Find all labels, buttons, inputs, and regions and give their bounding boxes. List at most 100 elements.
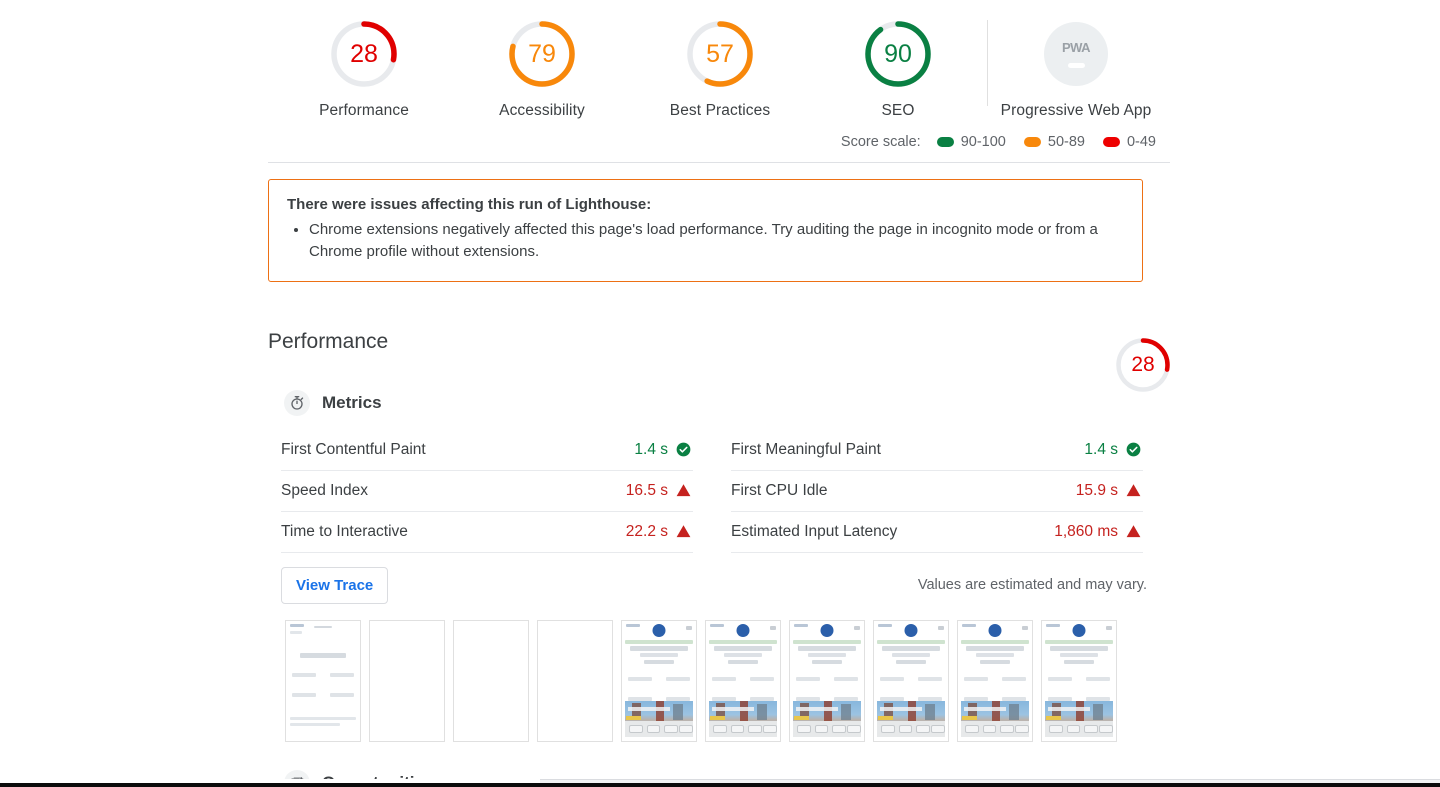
score-gauge-accessibility[interactable]: 79 Accessibility (453, 14, 631, 120)
metric-name: Speed Index (281, 481, 369, 499)
filmstrip-frame[interactable] (1041, 619, 1117, 742)
estimated-values-note: Values are estimated and may vary. (917, 577, 1147, 593)
metric-value-group: 22.2 s (626, 523, 691, 541)
metric-value: 22.2 s (625, 522, 668, 540)
metric-row[interactable]: Estimated Input Latency 1,860 ms (731, 512, 1143, 553)
pwa-badge-label: PWA (1061, 39, 1091, 55)
gauge-label-best-practices: Best Practices (669, 102, 771, 119)
horizontal-scrollbar[interactable] (0, 779, 1440, 787)
performance-section-header: Performance 28 (268, 329, 1170, 392)
metrics-section-title: Metrics (284, 389, 1170, 416)
filmstrip-frame[interactable] (537, 619, 613, 742)
metric-name: First CPU Idle (731, 481, 828, 499)
metric-value-group: 1,860 ms (1054, 523, 1141, 541)
metric-name: Estimated Input Latency (731, 522, 898, 540)
filmstrip-frame[interactable] (705, 619, 781, 742)
filmstrip-thumbnail (706, 621, 780, 741)
gauge-value-accessibility: 79 (528, 39, 556, 68)
metric-value: 1.4 s (1084, 440, 1118, 458)
gauge-ring-performance: 28 (324, 14, 404, 94)
score-gauge-best-practices[interactable]: 57 Best Practices (631, 14, 809, 120)
page-title: Performance (268, 329, 389, 353)
score-scale-range-pass: 90-100 (936, 134, 1006, 150)
filmstrip-frame[interactable] (285, 619, 361, 742)
gauge-label-seo: SEO (881, 102, 915, 119)
view-trace-button[interactable]: View Trace (281, 566, 389, 604)
metric-value-group: 15.9 s (1076, 482, 1141, 500)
green-pill-icon (936, 137, 954, 147)
metric-row[interactable]: First CPU Idle 15.9 s (731, 471, 1143, 512)
gauge-ring-best-practices: 57 (680, 14, 760, 94)
filmstrip-thumbnail (286, 621, 360, 741)
filmstrip-thumbnail (958, 621, 1032, 741)
score-scale-range-fail-text: 0-49 (1126, 134, 1156, 150)
score-gauge-performance[interactable]: 28 Performance (275, 14, 453, 120)
metric-name: First Contentful Paint (281, 440, 426, 458)
metric-row[interactable]: First Contentful Paint 1.4 s (281, 430, 693, 471)
filmstrip-frame[interactable] (621, 619, 697, 742)
screenshot-filmstrip (285, 619, 1170, 742)
gauge-ring-accessibility: 79 (502, 14, 582, 94)
performance-category-gauge[interactable]: 28 (1112, 334, 1174, 396)
report-content: There were issues affecting this run of … (268, 162, 1170, 787)
score-scale-range-average: 50-89 (1023, 134, 1085, 150)
lighthouse-report-page: 28 Performance 79 Accessibility 57 Best … (0, 0, 1440, 787)
warning-triangle-icon (1126, 525, 1141, 538)
gauge-label-performance: Performance (319, 102, 409, 119)
performance-gauge-value: 28 (1131, 353, 1155, 376)
metrics-section-label: Metrics (322, 392, 382, 412)
pwa-dash-icon (1067, 62, 1085, 68)
score-gauge-pwa[interactable]: PWA Progressive Web App (987, 14, 1165, 120)
filmstrip-frame[interactable] (957, 619, 1033, 742)
warning-triangle-icon (676, 525, 691, 538)
metric-name: Time to Interactive (281, 522, 408, 540)
filmstrip-thumbnail (370, 621, 444, 741)
run-warning-item: Chrome extensions negatively affected th… (309, 219, 1124, 263)
metric-value: 1.4 s (634, 440, 668, 458)
stopwatch-icon (284, 389, 310, 416)
metric-value: 15.9 s (1075, 481, 1118, 499)
check-circle-icon (676, 442, 691, 457)
gauge-ring-seo: 90 (858, 14, 938, 94)
trace-row: View Trace Values are estimated and may … (281, 566, 1147, 604)
pwa-badge-icon: PWA (1044, 22, 1108, 86)
metric-value-group: 16.5 s (626, 482, 691, 500)
metric-value-group: 1.4 s (634, 441, 691, 459)
metrics-grid: First Contentful Paint 1.4 s Speed Index… (281, 430, 1170, 553)
score-scale-range-average-text: 50-89 (1047, 134, 1085, 150)
filmstrip-thumbnail (454, 621, 528, 741)
gauge-value-seo: 90 (884, 39, 912, 68)
metric-name: First Meaningful Paint (731, 440, 881, 458)
check-circle-icon (1126, 442, 1141, 457)
filmstrip-frame[interactable] (369, 619, 445, 742)
score-scale-range-fail: 0-49 (1102, 134, 1156, 150)
run-warnings-box: There were issues affecting this run of … (268, 179, 1143, 282)
red-pill-icon (1102, 137, 1120, 147)
section-divider (268, 162, 1170, 163)
gauge-label-accessibility: Accessibility (499, 102, 585, 119)
filmstrip-frame[interactable] (873, 619, 949, 742)
filmstrip-frame[interactable] (453, 619, 529, 742)
filmstrip-thumbnail (874, 621, 948, 741)
filmstrip-thumbnail (622, 621, 696, 741)
warning-triangle-icon (676, 484, 691, 497)
gauge-label-pwa: Progressive Web App (1000, 102, 1152, 119)
gauge-value-best-practices: 57 (706, 39, 734, 68)
score-scale-legend: Score scale: 90-100 50-89 0-49 (0, 134, 1440, 150)
window-bottom-edge (0, 783, 1440, 787)
warning-triangle-icon (1126, 484, 1141, 497)
filmstrip-frame[interactable] (789, 619, 865, 742)
scrollbar-thumb[interactable] (0, 779, 540, 783)
filmstrip-thumbnail (1042, 621, 1116, 741)
score-gauges-row: 28 Performance 79 Accessibility 57 Best … (0, 0, 1440, 120)
metric-row[interactable]: First Meaningful Paint 1.4 s (731, 430, 1143, 471)
metrics-column-left: First Contentful Paint 1.4 s Speed Index… (281, 430, 693, 553)
metric-value: 1,860 ms (1054, 522, 1118, 540)
gauge-value-performance: 28 (350, 39, 378, 68)
metric-row[interactable]: Time to Interactive 22.2 s (281, 512, 693, 553)
score-scale-label: Score scale: (840, 134, 921, 150)
score-gauge-seo[interactable]: 90 SEO (809, 14, 987, 120)
run-warnings-list: Chrome extensions negatively affected th… (287, 219, 1124, 263)
metric-row[interactable]: Speed Index 16.5 s (281, 471, 693, 512)
filmstrip-thumbnail (790, 621, 864, 741)
